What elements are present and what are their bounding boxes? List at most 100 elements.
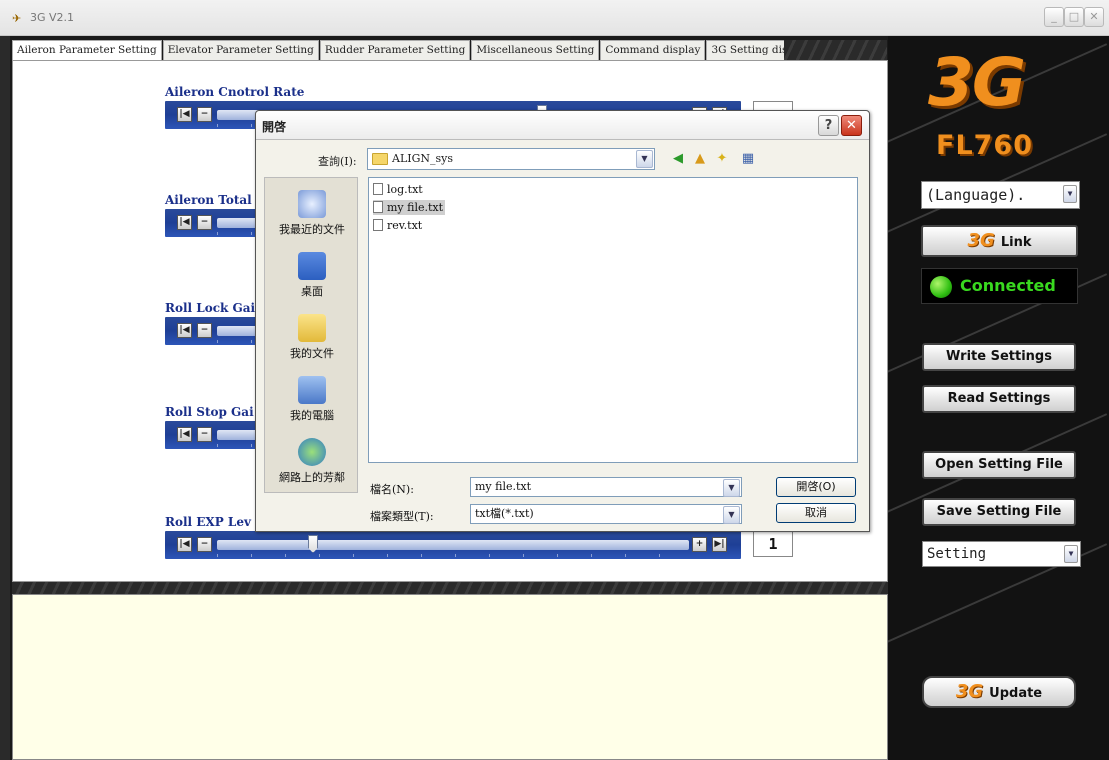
- file-name: rev.txt: [387, 219, 423, 232]
- places-bar: 我最近的文件 桌面 我的文件 我的電腦 網路上的芳鄰: [264, 177, 358, 493]
- slider-track[interactable]: [217, 540, 689, 550]
- file-item[interactable]: rev.txt: [373, 218, 424, 233]
- recent-documents-icon: [298, 190, 326, 218]
- jump-min-button[interactable]: |◀: [177, 323, 192, 338]
- status-led-icon: [930, 276, 952, 298]
- text-file-icon: [373, 219, 383, 231]
- open-button[interactable]: 開啓(O): [776, 477, 856, 497]
- my-documents-icon: [298, 314, 326, 342]
- read-settings-button[interactable]: Read Settings: [922, 385, 1076, 413]
- decrement-button[interactable]: −: [197, 215, 212, 230]
- place-label: 網路上的芳鄰: [279, 471, 345, 484]
- param-label: Aileron Cnotrol Rate: [165, 85, 305, 99]
- filetype-value: txt檔(*.txt): [475, 507, 534, 520]
- file-item[interactable]: log.txt: [373, 182, 425, 197]
- close-window-button[interactable]: ✕: [1084, 7, 1104, 27]
- tab-miscellaneous[interactable]: Miscellaneous Setting: [471, 40, 600, 60]
- tab-elevator[interactable]: Elevator Parameter Setting: [162, 40, 319, 60]
- open-setting-file-button[interactable]: Open Setting File: [922, 451, 1076, 479]
- help-button[interactable]: ?: [818, 115, 839, 136]
- increment-button[interactable]: +: [692, 537, 707, 552]
- param-value[interactable]: 1: [753, 531, 793, 557]
- connection-status: Connected: [921, 268, 1078, 304]
- tab-strip: Aileron Parameter Setting Elevator Param…: [12, 40, 816, 61]
- decrement-button[interactable]: −: [197, 107, 212, 122]
- param-label: Aileron Total: [165, 193, 252, 207]
- cancel-button[interactable]: 取消: [776, 503, 856, 523]
- lookin-select[interactable]: ALIGN_sys ▼: [367, 148, 655, 170]
- open-file-dialog: 開啓 ? ✕ 查詢(I): ALIGN_sys ▼ ◀ ▲ ✦ ▦ 我最近的文件…: [255, 110, 870, 532]
- logo-fl760: FL760: [936, 130, 1034, 161]
- decorative-stripe: [12, 582, 888, 594]
- text-file-icon: [373, 201, 383, 213]
- my-computer-icon: [298, 376, 326, 404]
- decrement-button[interactable]: −: [197, 323, 212, 338]
- chevron-down-icon[interactable]: ▼: [1064, 545, 1078, 563]
- dialog-title-bar: 開啓 ? ✕: [256, 111, 869, 140]
- place-label: 我的文件: [290, 347, 334, 360]
- chevron-down-icon[interactable]: ▼: [636, 150, 653, 168]
- language-select[interactable]: (Language). ▼: [921, 181, 1080, 209]
- plane-icon: ✈: [12, 12, 22, 25]
- filename-value: my file.txt: [475, 480, 532, 493]
- param-label: Roll Stop Gai: [165, 405, 254, 419]
- chevron-down-icon[interactable]: ▼: [1063, 185, 1077, 203]
- network-places-icon: [298, 438, 326, 466]
- filetype-select[interactable]: txt檔(*.txt) ▼: [470, 504, 742, 524]
- filename-label: 檔名(N):: [370, 483, 414, 496]
- setting-select[interactable]: Setting ▼: [922, 541, 1081, 567]
- link-button[interactable]: 3G Link: [921, 225, 1078, 257]
- chevron-down-icon[interactable]: ▼: [723, 479, 740, 497]
- update-button[interactable]: 3G Update: [922, 676, 1076, 708]
- param-slider[interactable]: |◀ − + ▶|: [165, 531, 741, 559]
- place-network[interactable]: 網路上的芳鄰: [265, 438, 359, 485]
- text-file-icon: [373, 183, 383, 195]
- up-folder-icon[interactable]: ▲: [692, 151, 708, 167]
- place-my-computer[interactable]: 我的電腦: [265, 376, 359, 423]
- logo-3g: 3G: [928, 44, 1026, 121]
- lookin-label: 查詢(I):: [318, 155, 357, 168]
- file-list[interactable]: log.txt my file.txt rev.txt: [368, 177, 858, 463]
- minimize-button[interactable]: _: [1044, 7, 1064, 27]
- decrement-button[interactable]: −: [197, 427, 212, 442]
- decrement-button[interactable]: −: [197, 537, 212, 552]
- save-setting-file-button[interactable]: Save Setting File: [922, 498, 1076, 526]
- jump-min-button[interactable]: |◀: [177, 215, 192, 230]
- language-value: (Language).: [926, 186, 1026, 204]
- param-label: Roll EXP Lev: [165, 515, 251, 529]
- place-label: 我最近的文件: [279, 223, 345, 236]
- new-folder-icon[interactable]: ✦: [714, 151, 730, 167]
- right-control-panel: 3G FL760 (Language). ▼ 3G Link Connected …: [888, 36, 1109, 760]
- message-area[interactable]: [12, 594, 888, 760]
- slider-thumb[interactable]: [308, 535, 318, 553]
- lookin-value: ALIGN_sys: [392, 152, 454, 165]
- folder-icon: [372, 153, 388, 165]
- dialog-title: 開啓: [262, 120, 287, 134]
- 3g-logo-icon: 3G: [967, 230, 995, 251]
- place-recent[interactable]: 我最近的文件: [265, 190, 359, 237]
- desktop-icon: [298, 252, 326, 280]
- maximize-button[interactable]: □: [1064, 7, 1084, 27]
- slider-ticks: [217, 554, 689, 557]
- close-dialog-button[interactable]: ✕: [841, 115, 862, 136]
- jump-min-button[interactable]: |◀: [177, 427, 192, 442]
- window-frame: [0, 36, 10, 760]
- place-label: 我的電腦: [290, 409, 334, 422]
- tab-command-display[interactable]: Command display: [600, 40, 706, 60]
- jump-max-button[interactable]: ▶|: [712, 537, 727, 552]
- view-menu-icon[interactable]: ▦: [740, 151, 756, 167]
- file-name: my file.txt: [387, 201, 444, 214]
- jump-min-button[interactable]: |◀: [177, 107, 192, 122]
- place-my-documents[interactable]: 我的文件: [265, 314, 359, 361]
- tab-rudder[interactable]: Rudder Parameter Setting: [319, 40, 471, 60]
- tab-aileron[interactable]: Aileron Parameter Setting: [12, 40, 162, 61]
- write-settings-button[interactable]: Write Settings: [922, 343, 1076, 371]
- decorative-stripe: [784, 40, 887, 60]
- chevron-down-icon[interactable]: ▼: [723, 506, 740, 524]
- file-item-selected[interactable]: my file.txt: [373, 200, 446, 215]
- jump-min-button[interactable]: |◀: [177, 537, 192, 552]
- back-icon[interactable]: ◀: [670, 151, 686, 167]
- place-desktop[interactable]: 桌面: [265, 252, 359, 299]
- filetype-label: 檔案類型(T):: [370, 510, 434, 523]
- filename-input[interactable]: my file.txt ▼: [470, 477, 742, 497]
